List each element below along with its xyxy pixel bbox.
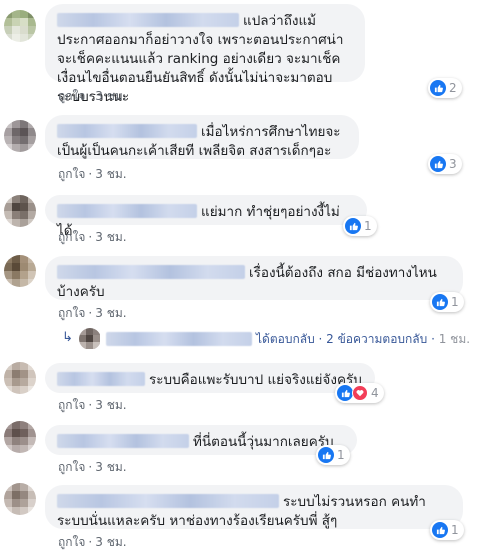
reaction-summary[interactable]: 1: [430, 292, 464, 312]
reply-avatar: [79, 328, 101, 350]
avatar[interactable]: [4, 255, 36, 287]
commenter-name[interactable]: [57, 13, 239, 27]
like-link[interactable]: ถูกใจ: [58, 460, 85, 474]
commenter-name[interactable]: [57, 124, 197, 138]
commenter-name[interactable]: [57, 204, 197, 218]
reaction-count: 3: [449, 157, 457, 171]
commenter-name[interactable]: [57, 494, 279, 508]
avatar[interactable]: [4, 120, 36, 152]
reply-arrow-icon: ↳: [62, 330, 73, 345]
avatar[interactable]: [4, 10, 36, 42]
comment-meta: ถูกใจ · 3 ชม.: [58, 89, 127, 103]
comment-meta: ถูกใจ · 3 ชม.: [58, 398, 127, 412]
thumbs-up-icon: [432, 522, 448, 538]
comment-bubble: ระบบคือแพะรับบาป แย่จริงแย่จังครับ: [45, 363, 375, 393]
avatar[interactable]: [4, 421, 36, 453]
thumbs-up-icon: [432, 294, 448, 310]
like-link[interactable]: ถูกใจ: [58, 167, 85, 181]
comment-meta: ถูกใจ · 3 ชม.: [58, 306, 127, 320]
comment-meta: ถูกใจ · 3 ชม.: [58, 460, 127, 474]
thumbs-up-icon: [318, 447, 334, 463]
thumbs-up-icon: [345, 218, 361, 234]
comment-text: ระบบคือแพะรับบาป แย่จริงแย่จังครับ: [149, 372, 362, 388]
avatar[interactable]: [4, 362, 36, 394]
like-link[interactable]: ถูกใจ: [58, 230, 85, 244]
commenter-name[interactable]: [57, 434, 189, 448]
timestamp[interactable]: 3 ชม.: [95, 398, 126, 412]
reaction-summary[interactable]: 1: [316, 445, 350, 465]
comment-bubble: ที่นี่ตอนนี้วุ่นมากเลยครับ: [45, 425, 357, 455]
reaction-summary[interactable]: 4: [335, 383, 384, 403]
reply-time: 1 ชม.: [438, 332, 471, 346]
reaction-summary[interactable]: 2: [428, 78, 462, 98]
reaction-count: 2: [449, 81, 457, 95]
like-link[interactable]: ถูกใจ: [58, 535, 85, 549]
thumbs-up-icon: [430, 80, 446, 96]
reaction-count: 1: [451, 295, 459, 309]
reaction-count: 1: [364, 219, 372, 233]
commenter-name[interactable]: [57, 372, 145, 386]
like-link[interactable]: ถูกใจ: [58, 398, 85, 412]
timestamp[interactable]: 3 ชม.: [95, 230, 126, 244]
like-link[interactable]: ถูกใจ: [58, 89, 85, 103]
avatar[interactable]: [4, 483, 36, 515]
avatar[interactable]: [4, 195, 36, 227]
comment-meta: ถูกใจ · 3 ชม.: [58, 230, 127, 244]
timestamp[interactable]: 3 ชม.: [95, 460, 126, 474]
reaction-summary[interactable]: 1: [343, 216, 377, 236]
comment-meta: ถูกใจ · 3 ชม.: [58, 167, 127, 181]
reaction-count: 1: [451, 523, 459, 537]
comment-bubble: เรื่องนี้ต้องถึง สกอ มีช่องทางไหนบ้างครั…: [45, 256, 463, 300]
comment-bubble: แปลว่าถึงแม้ประกาศออกมาก็อย่าวางใจ เพราะ…: [45, 4, 365, 105]
comment-text: ที่นี่ตอนนี้วุ่นมากเลยครับ: [193, 434, 334, 450]
heart-icon: [352, 385, 368, 401]
thumbs-up-icon: [430, 156, 446, 172]
comment-bubble: เมื่อไหร่การศึกษาไทยจะเป็นผู้เป็นคนกะเค้…: [45, 115, 359, 159]
timestamp[interactable]: 3 ชม.: [95, 167, 126, 181]
reaction-count: 1: [337, 448, 345, 462]
reaction-summary[interactable]: 3: [428, 154, 462, 174]
timestamp[interactable]: 3 ชม.: [95, 89, 126, 103]
reply-author-name[interactable]: [106, 332, 252, 346]
reaction-count: 4: [371, 386, 379, 400]
comment-bubble: แย่มาก ทำชุ่ยๆอย่างงี้ไม่ได้: [45, 195, 367, 239]
comment-bubble: ระบบไม่รวนหรอก คนทำระบบนั่นแหละครับ หาช่…: [45, 485, 463, 529]
commenter-name[interactable]: [57, 265, 245, 279]
timestamp[interactable]: 3 ชม.: [95, 535, 126, 549]
thumbs-up-icon: [337, 385, 353, 401]
view-replies-link[interactable]: ↳ ได้ตอบกลับ · 2 ข้อความตอบกลับ · 1 ชม.: [62, 328, 472, 350]
like-link[interactable]: ถูกใจ: [58, 306, 85, 320]
reply-summary-text[interactable]: ได้ตอบกลับ · 2 ข้อความตอบกลับ ·: [256, 332, 435, 346]
timestamp[interactable]: 3 ชม.: [95, 306, 126, 320]
reaction-summary[interactable]: 1: [430, 520, 464, 540]
comment-meta: ถูกใจ · 3 ชม.: [58, 535, 127, 549]
